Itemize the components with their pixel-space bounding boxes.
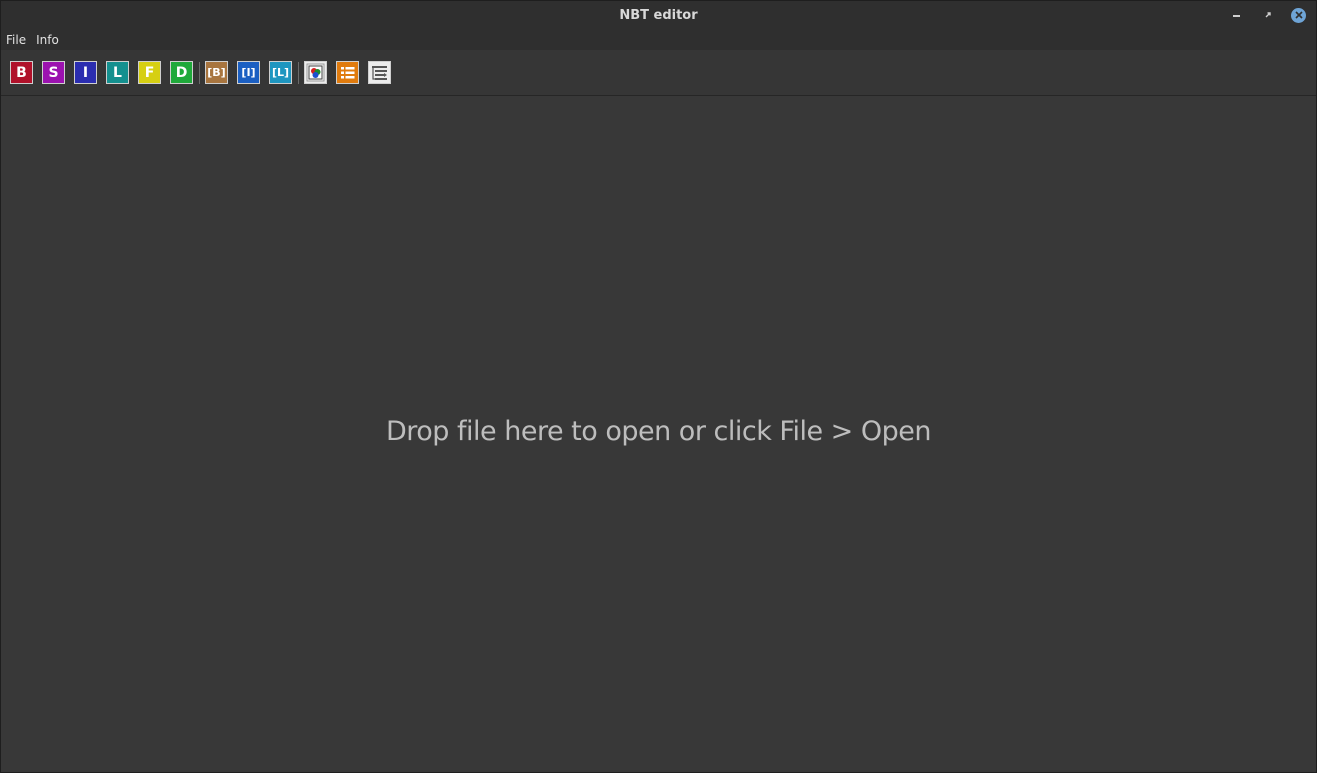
add-int-tag-button[interactable]: I (74, 61, 97, 84)
toolbar-separator (199, 61, 200, 84)
close-button[interactable] (1291, 7, 1306, 23)
close-icon (1294, 11, 1303, 19)
compound-icon (372, 66, 387, 80)
minimize-icon (1232, 15, 1240, 17)
menu-info[interactable]: Info (36, 33, 59, 47)
toolbar: B S I L F D [B] [I] [L] (1, 50, 1316, 96)
add-short-tag-button[interactable]: S (42, 61, 65, 84)
app-window: NBT editor File Info B S I L F D [B] [I]… (0, 0, 1317, 773)
add-double-tag-button[interactable]: D (170, 61, 193, 84)
window-title: NBT editor (619, 7, 698, 23)
add-float-tag-button[interactable]: F (138, 61, 161, 84)
title-bar: NBT editor (1, 1, 1316, 29)
drop-hint-text: Drop file here to open or click File > O… (385, 416, 932, 447)
maximize-button[interactable] (1259, 6, 1277, 24)
add-byte-tag-button[interactable]: B (10, 61, 33, 84)
add-int-array-tag-button[interactable]: [I] (237, 61, 260, 84)
maximize-icon (1265, 12, 1271, 18)
minimize-button[interactable] (1227, 6, 1245, 24)
add-byte-array-tag-button[interactable]: [B] (205, 61, 228, 84)
add-list-tag-button[interactable] (336, 61, 359, 84)
drop-area[interactable]: Drop file here to open or click File > O… (1, 96, 1316, 772)
menu-file[interactable]: File (6, 33, 26, 47)
add-compound-tag-button[interactable] (368, 61, 391, 84)
add-string-tag-button[interactable] (304, 61, 327, 84)
add-long-tag-button[interactable]: L (106, 61, 129, 84)
toolbar-separator (298, 61, 299, 84)
add-long-array-tag-button[interactable]: [L] (269, 61, 292, 84)
list-icon (341, 67, 355, 79)
menu-bar: File Info (1, 29, 1316, 50)
string-palette-icon (306, 63, 325, 82)
window-controls (1227, 6, 1306, 24)
